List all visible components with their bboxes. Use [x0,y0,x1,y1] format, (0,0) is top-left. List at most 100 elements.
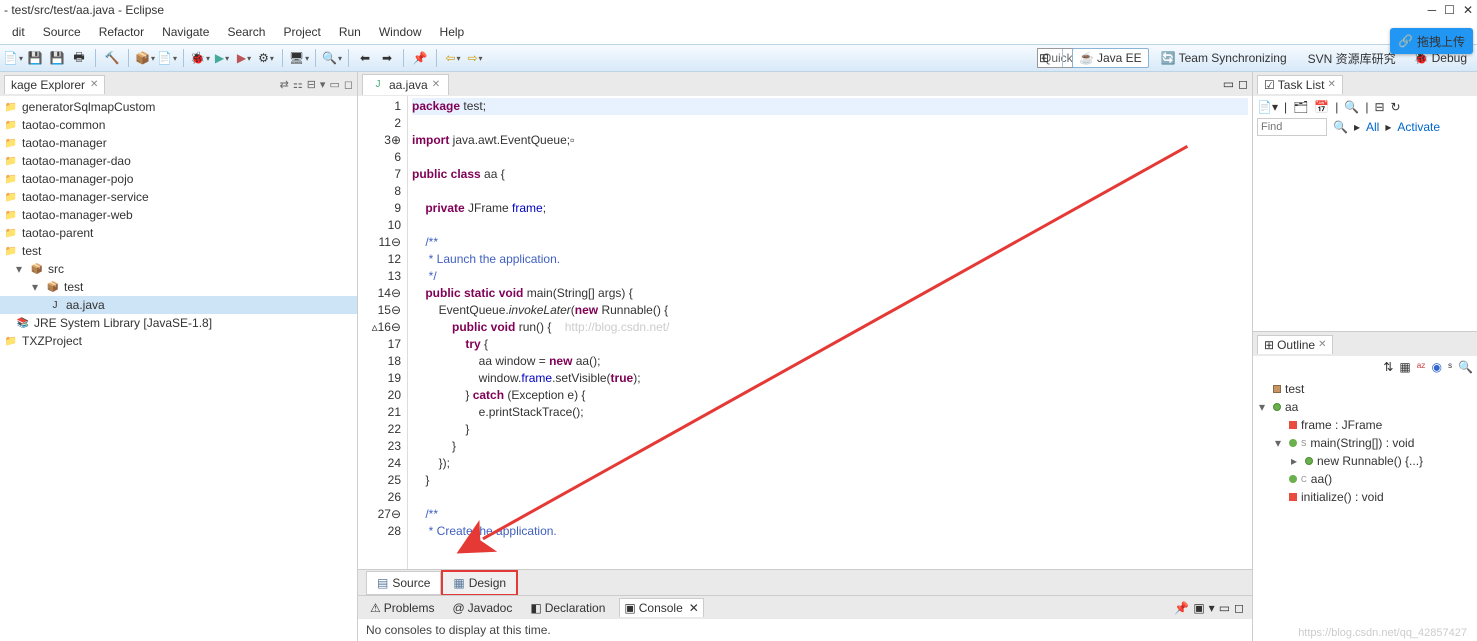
new-file-icon[interactable]: 📄▾ [158,49,176,67]
debug-icon[interactable]: 🐞▾ [191,49,209,67]
external-tools-icon[interactable]: ⚙▾ [257,49,275,67]
open-perspective-icon[interactable]: ⊞ [1035,49,1053,67]
tree-item[interactable]: 📚JRE System Library [JavaSE-1.8] [0,314,357,332]
tree-item[interactable]: Jaa.java [0,296,357,314]
nav-fwd-icon[interactable]: ➡ [378,49,396,67]
tree-item[interactable]: 📁taotao-parent [0,224,357,242]
menu-source[interactable]: Source [35,22,89,42]
menu-window[interactable]: Window [371,22,430,42]
search-icon[interactable]: 🔍▾ [323,49,341,67]
minimize-icon[interactable]: ▭ [1219,601,1230,615]
menu-dit[interactable]: dit [4,22,33,42]
hide-static-icon[interactable]: ᵃᶻ [1417,360,1426,374]
tree-item[interactable]: 📁taotao-manager-service [0,188,357,206]
nav-back-icon[interactable]: ⬅ [356,49,374,67]
problems-tab[interactable]: ⚠ Problems [366,599,438,617]
hide-fields-icon[interactable]: ▦ [1399,360,1410,374]
run-icon[interactable]: ▶▾ [213,49,231,67]
run-last-icon[interactable]: ▶▾ [235,49,253,67]
schedule-icon[interactable]: 📅 [1314,100,1329,114]
outline-item[interactable]: Caa() [1255,470,1475,488]
declaration-tab[interactable]: ◧ Declaration [526,599,609,617]
menu-refactor[interactable]: Refactor [91,22,152,42]
activate-link[interactable]: Activate [1397,120,1440,134]
all-link[interactable]: All [1366,120,1379,134]
tree-item[interactable]: 📁taotao-manager [0,134,357,152]
outline-item[interactable]: ▾aa [1255,398,1475,416]
outline-item[interactable]: ▾Smain(String[]) : void [1255,434,1475,452]
maximize-icon[interactable]: ◻ [1234,601,1244,615]
task-find-input[interactable] [1257,118,1327,136]
upload-button[interactable]: 🔗 拖拽上传 [1390,28,1473,54]
new-package-icon[interactable]: 📦▾ [136,49,154,67]
code-editor[interactable]: 123⊕67891011⊖121314⊖15⊖▵16⊖1718192021222… [358,96,1252,569]
open-console-icon[interactable]: ▾ [1209,601,1215,615]
hide-local-icon[interactable]: ˢ [1448,360,1452,374]
javadoc-tab[interactable]: @ Javadoc [448,599,516,617]
back-icon[interactable]: ⇦▾ [444,49,462,67]
tree-item[interactable]: 📁taotao-manager-web [0,206,357,224]
menu-help[interactable]: Help [432,22,473,42]
tree-item[interactable]: 📁test [0,242,357,260]
console-tab[interactable]: ▣ Console ✕ [619,598,703,617]
minimize-icon[interactable]: ─ [1428,3,1437,17]
display-console-icon[interactable]: ▣ [1193,601,1204,615]
source-tab[interactable]: ▤ Source [366,571,441,595]
outline-item[interactable]: initialize() : void [1255,488,1475,506]
collapse-icon[interactable]: ⇄ [280,78,289,91]
save-all-icon[interactable]: 💾 [48,49,66,67]
menu-icon[interactable]: ▾ [320,78,326,91]
sync-icon[interactable]: ↻ [1391,100,1401,114]
save-icon[interactable]: 💾 [26,49,44,67]
link-editor-icon[interactable]: ⚏ [293,78,303,91]
menu-search[interactable]: Search [219,22,273,42]
outline-tab[interactable]: ⊞ Outline ✕ [1257,335,1333,354]
focus-icon[interactable]: 🔍 [1344,100,1359,114]
task-list-tab[interactable]: ☑ Task List ✕ [1257,75,1343,94]
print-icon[interactable]: 🖶 [70,49,88,67]
sort-icon[interactable]: ⇅ [1383,360,1393,374]
tree-item[interactable]: 📁TXZProject [0,332,357,350]
maximize-view-icon[interactable]: ◻ [344,78,353,91]
close-icon[interactable]: ✕ [432,79,440,90]
new-icon[interactable]: 📄▾ [4,49,22,67]
minimize-editor-icon[interactable]: ▭ [1223,77,1234,91]
hide-nonpublic-icon[interactable]: ◉ [1431,360,1441,374]
package-explorer-tab[interactable]: kage Explorer ✕ [4,75,105,94]
tree-item[interactable]: ▾📦src [0,260,357,278]
build-icon[interactable]: 🔨 [103,49,121,67]
pin-console-icon[interactable]: 📌 [1174,601,1189,615]
menu-project[interactable]: Project [275,22,328,42]
close-icon[interactable]: ✕ [1318,339,1326,350]
menu-run[interactable]: Run [331,22,369,42]
close-icon[interactable]: ✕ [90,79,98,90]
perspective-svn-资源库研究[interactable]: SVN 资源库研究 [1299,48,1402,69]
editor-tab[interactable]: J aa.java ✕ [362,74,449,95]
maximize-icon[interactable]: ☐ [1444,3,1455,17]
maximize-editor-icon[interactable]: ◻ [1238,77,1248,91]
perspective-team-synchronizing[interactable]: 🔄Team Synchronizing [1155,49,1293,67]
tree-item[interactable]: ▾📦test [0,278,357,296]
tree-item[interactable]: 📁taotao-manager-dao [0,152,357,170]
outline-item[interactable]: ▸new Runnable() {...} [1255,452,1475,470]
search-icon[interactable]: 🔍 [1333,120,1348,134]
tree-item[interactable]: 📁generatorSqlmapCustom [0,98,357,116]
menu-navigate[interactable]: Navigate [154,22,217,42]
close-icon[interactable]: ✕ [689,601,699,615]
package-tree[interactable]: 📁generatorSqlmapCustom📁taotao-common📁tao… [0,96,357,641]
tree-item[interactable]: 📁taotao-manager-pojo [0,170,357,188]
forward-icon[interactable]: ⇨▾ [466,49,484,67]
perspective-java-ee[interactable]: ☕Java EE [1072,48,1149,68]
outline-item[interactable]: frame : JFrame [1255,416,1475,434]
close-icon[interactable]: ✕ [1327,79,1335,90]
focus-icon[interactable]: ⊟ [307,78,316,91]
categorize-icon[interactable]: 🗂 [1293,100,1308,114]
close-icon[interactable]: ✕ [1463,3,1473,17]
collapse-icon[interactable]: ⊟ [1374,100,1384,114]
outline-tree[interactable]: test▾aaframe : JFrame▾Smain(String[]) : … [1253,378,1477,508]
new-task-icon[interactable]: 📄▾ [1257,100,1278,114]
new-server-icon[interactable]: 🖥▾ [290,49,308,67]
design-tab[interactable]: ▦ Design [441,570,518,596]
tree-item[interactable]: 📁taotao-common [0,116,357,134]
outline-item[interactable]: test [1255,380,1475,398]
